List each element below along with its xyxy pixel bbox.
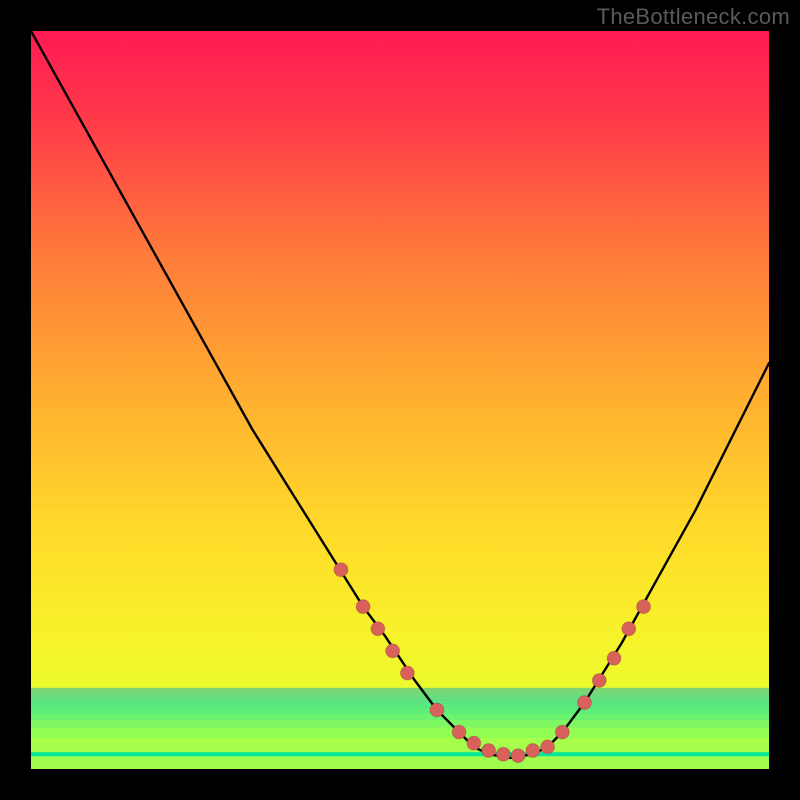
marker-dot (371, 622, 385, 636)
marker-dot (622, 622, 636, 636)
marker-dot (452, 725, 466, 739)
marker-dot (467, 736, 481, 750)
marker-dot (482, 744, 496, 758)
marker-dot (578, 696, 592, 710)
plot-area (31, 31, 769, 769)
marker-dot (400, 666, 414, 680)
marker-dot (496, 747, 510, 761)
marker-dot (356, 600, 370, 614)
marker-dot (511, 749, 525, 763)
marker-dot (386, 644, 400, 658)
marker-dot (541, 740, 555, 754)
marker-dot (430, 703, 444, 717)
marker-dot (555, 725, 569, 739)
marker-dot (607, 651, 621, 665)
watermark-text: TheBottleneck.com (597, 4, 790, 30)
marker-dot (637, 600, 651, 614)
marker-dot (592, 673, 606, 687)
marker-dot (334, 563, 348, 577)
chart-stage: TheBottleneck.com (0, 0, 800, 800)
chart-svg (31, 31, 769, 769)
marker-dot (526, 744, 540, 758)
